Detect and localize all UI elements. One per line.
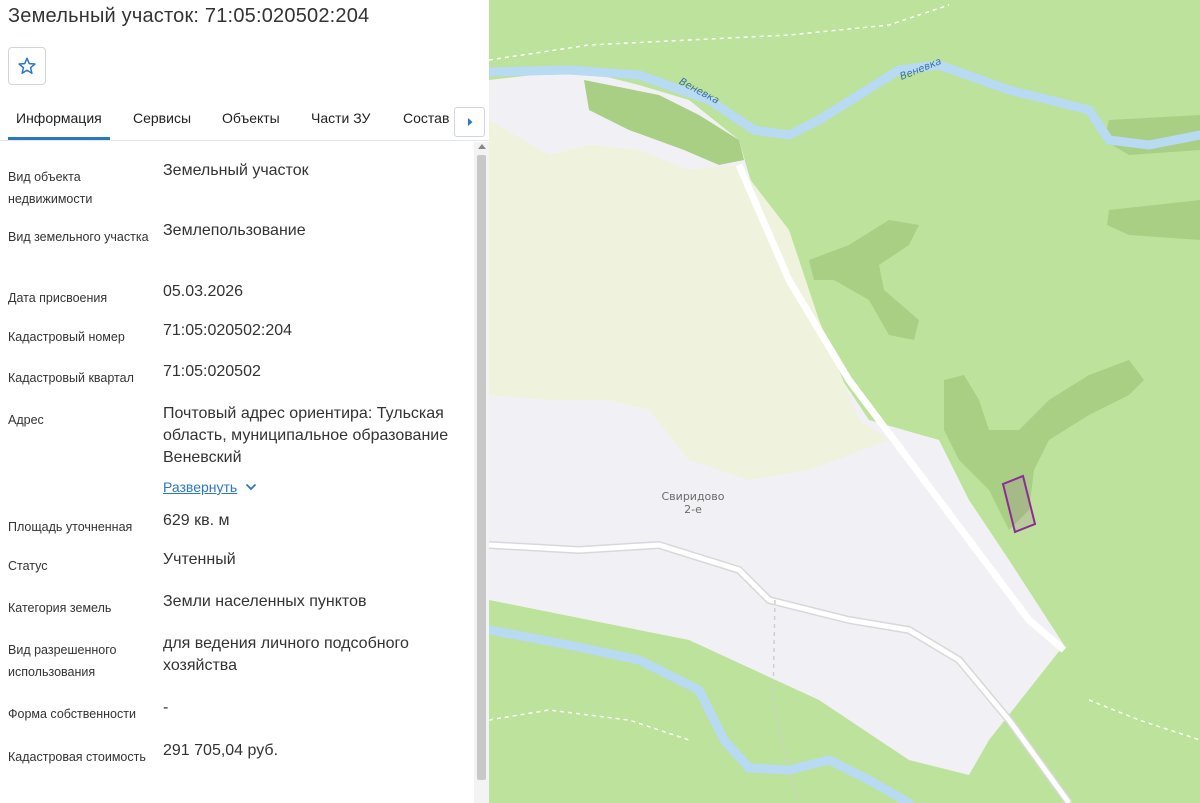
info-value: Учтенный: [163, 551, 236, 568]
info-panel: Земельный участок: 71:05:020502:204 Инфо…: [0, 0, 489, 803]
info-value: 629 кв. м: [163, 512, 230, 529]
locality-suffix: 2-е: [684, 503, 702, 516]
info-value: 71:05:020502:204: [163, 322, 293, 339]
tab-bar: Информация Сервисы Объекты Части ЗУ Сост…: [0, 98, 489, 141]
info-label: Вид земельного участка: [8, 230, 149, 244]
info-value: 05.03.2026: [163, 283, 244, 300]
tab-parcel-parts[interactable]: Части ЗУ: [311, 110, 370, 126]
info-value: Почтовый адрес ориентира: Тульская облас…: [163, 405, 449, 466]
map-view[interactable]: Свиридово 2-е Веневка Веневка: [489, 0, 1200, 803]
locality-name: Свиридово: [661, 490, 725, 503]
star-icon: [18, 57, 36, 74]
info-value: -: [163, 699, 169, 716]
info-label: Кадастровая стоимость: [8, 750, 146, 764]
tab-services[interactable]: Сервисы: [133, 110, 191, 126]
info-value: 71:05:020502: [163, 363, 261, 380]
info-value: Земельный участок: [163, 162, 309, 179]
scroll-up-arrow-icon[interactable]: [478, 144, 486, 149]
scrollbar-thumb[interactable]: [477, 155, 486, 780]
favorite-button[interactable]: [8, 47, 46, 85]
chevron-down-icon: [246, 483, 257, 491]
info-label: Кадастровый квартал: [8, 371, 134, 385]
tab-composition[interactable]: Состав: [403, 110, 449, 126]
tab-objects[interactable]: Объекты: [222, 110, 280, 126]
info-label: Площадь уточненная: [8, 520, 133, 534]
info-label: Статус: [8, 559, 48, 573]
locality-label: Свиридово 2-е: [653, 490, 733, 516]
info-label: Вид разрешенного использования: [8, 643, 117, 679]
expand-label: Развернуть: [163, 479, 238, 495]
info-list: Вид объекта недвижимости Земельный участ…: [0, 142, 474, 803]
info-label: Вид объекта недвижимости: [8, 170, 93, 206]
info-label: Адрес: [8, 413, 44, 427]
info-value: 291 705,04 руб.: [163, 742, 279, 759]
info-value: Землепользование: [163, 222, 306, 239]
tab-information[interactable]: Информация: [8, 110, 110, 140]
info-label: Категория земель: [8, 601, 112, 615]
info-value: Земли населенных пунктов: [163, 593, 367, 610]
caret-right-icon: [467, 118, 472, 126]
info-label: Кадастровый номер: [8, 330, 125, 344]
tabs-next-button[interactable]: [454, 107, 485, 137]
info-label: Дата присвоения: [8, 291, 108, 305]
expand-address-link[interactable]: Развернуть: [163, 479, 257, 495]
page-title: Земельный участок: 71:05:020502:204: [8, 5, 370, 27]
info-value: для ведения личного подсобного хозяйства: [163, 635, 409, 674]
info-label: Форма собственности: [8, 707, 136, 721]
map-canvas[interactable]: [489, 0, 1200, 803]
scrollbar[interactable]: [474, 142, 489, 803]
